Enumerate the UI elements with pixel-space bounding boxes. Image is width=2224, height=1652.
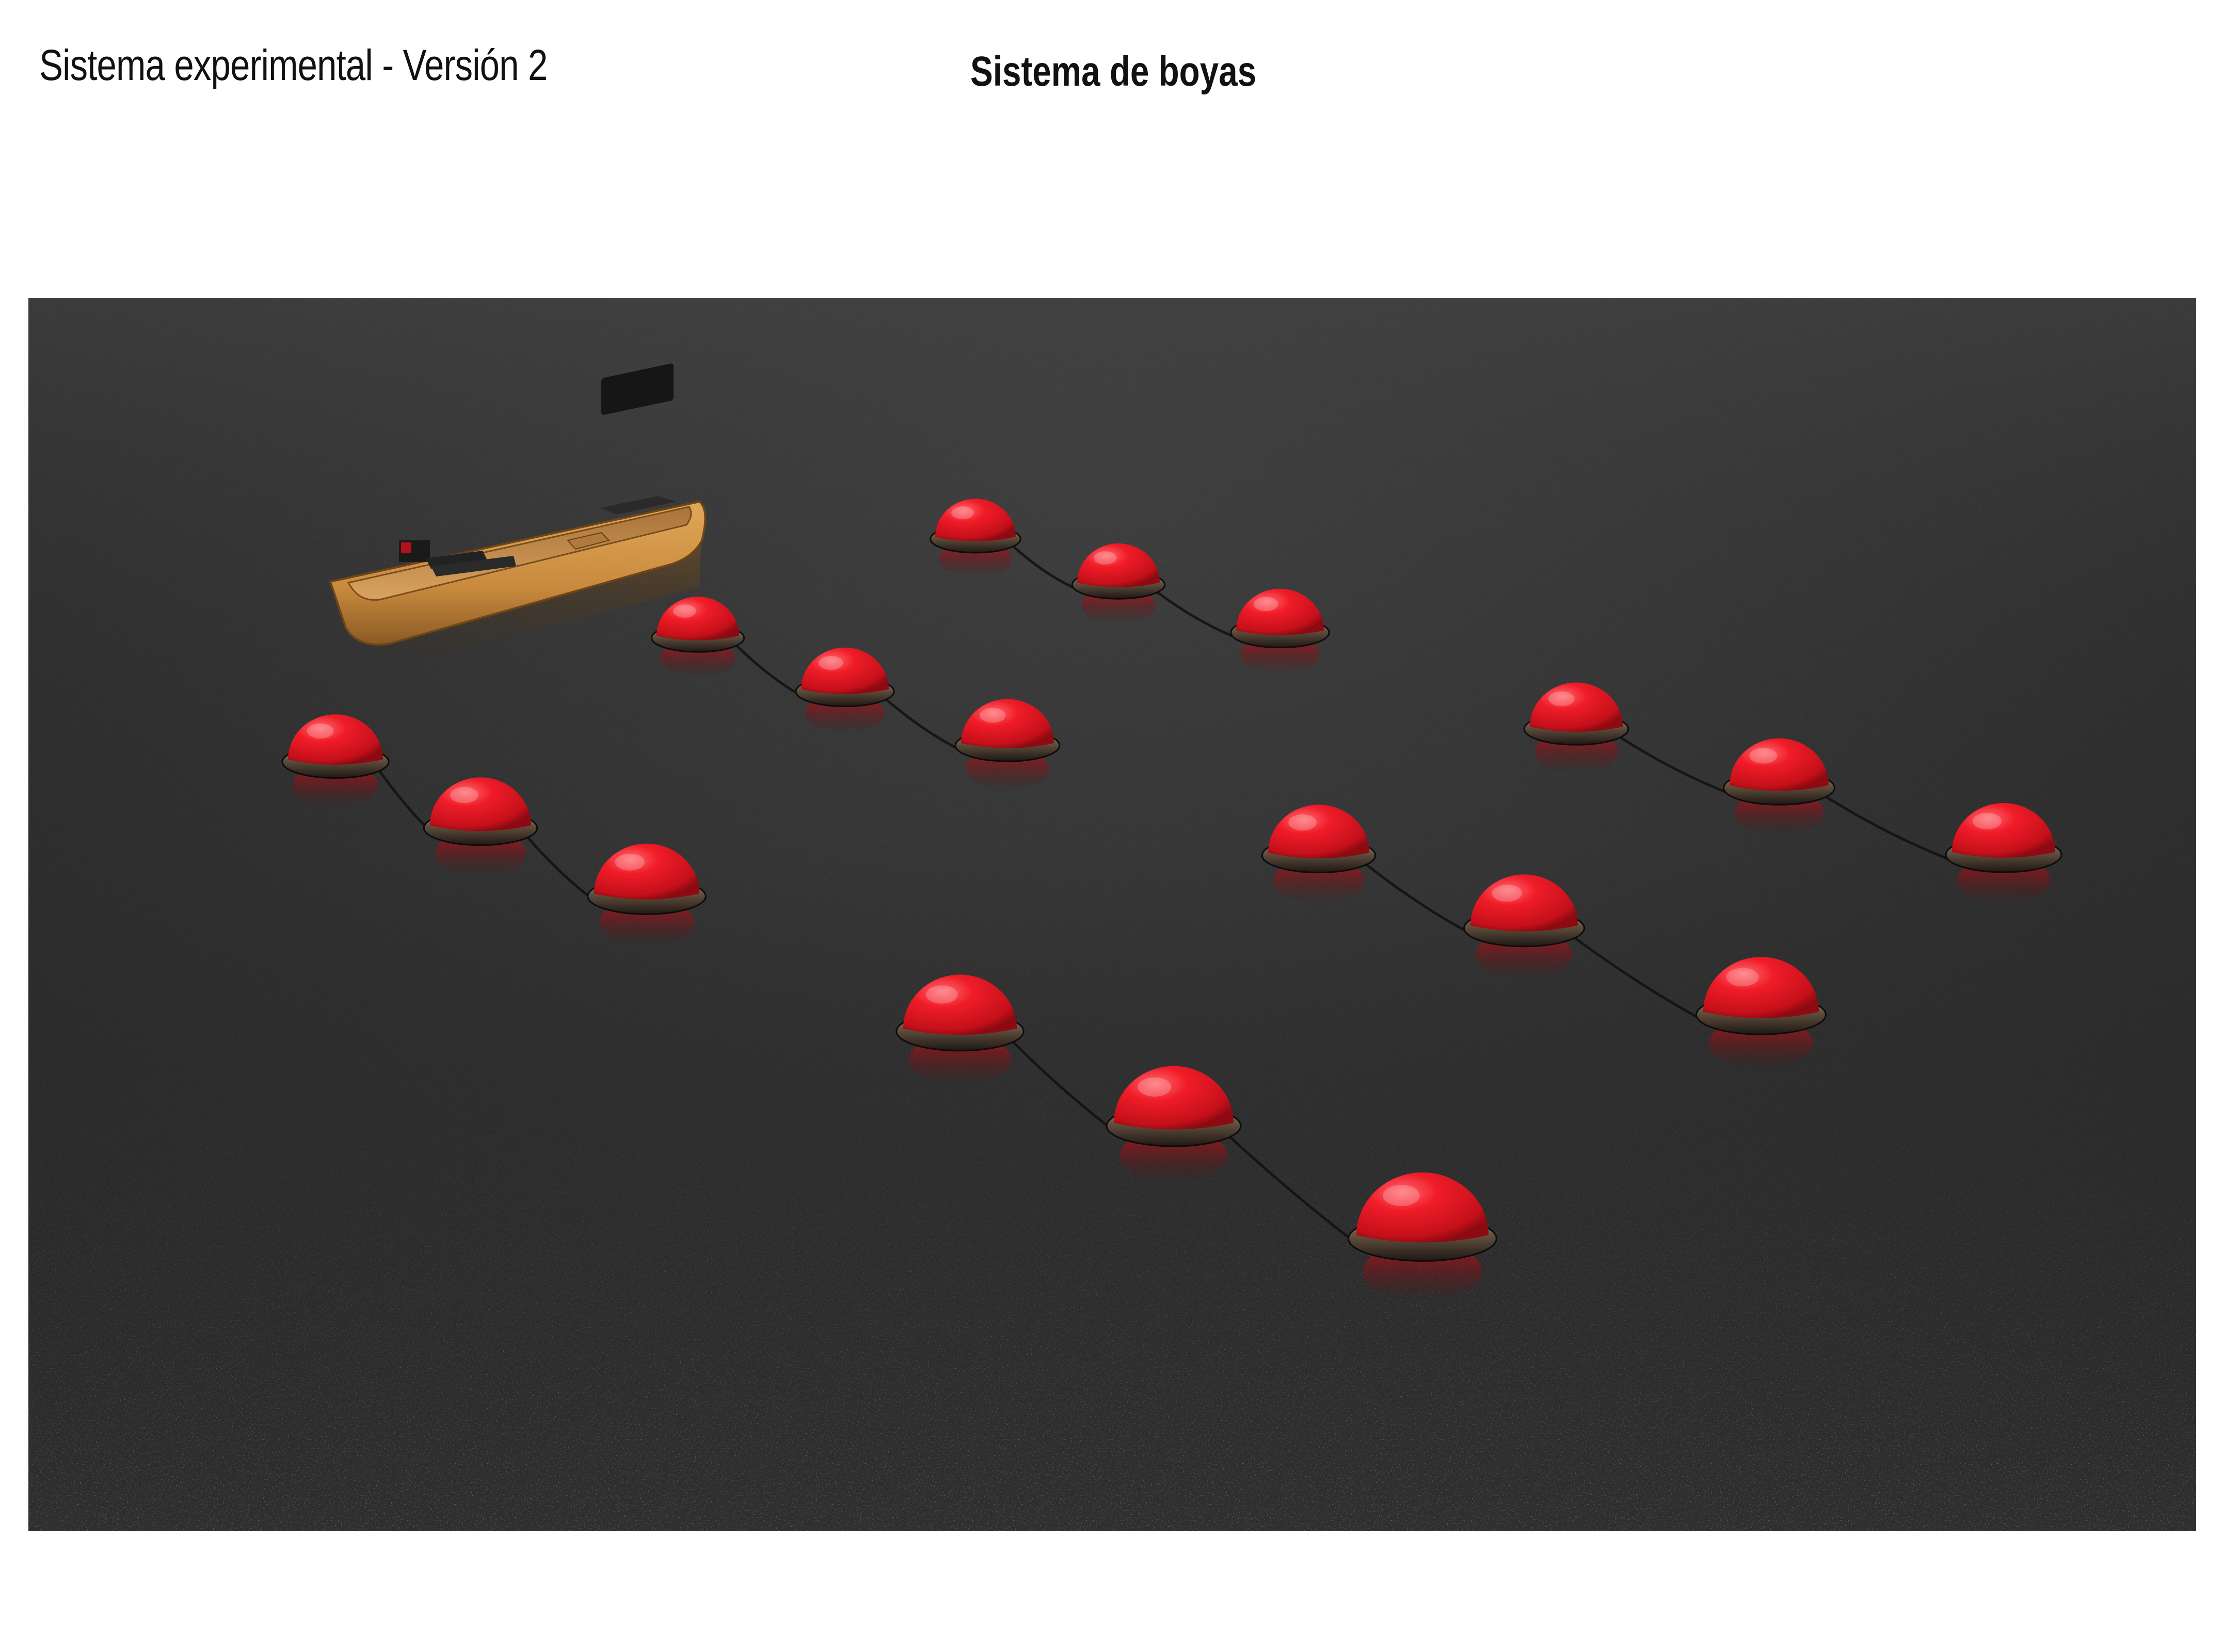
buoy-highlight [951, 506, 974, 520]
page-title: Sistema de boyas [970, 48, 1257, 95]
water-sparkle [28, 298, 2196, 1531]
buoy-system-render [28, 298, 2196, 1531]
buoy-highlight [1254, 597, 1278, 612]
buoy-highlight [615, 854, 645, 871]
buoy-highlight [1383, 1185, 1420, 1207]
buoy-highlight [1726, 968, 1759, 987]
buoy-highlight [926, 985, 958, 1004]
buoy-highlight [1492, 885, 1522, 902]
buoy-highlight [1749, 747, 1778, 764]
buoy-highlight [450, 787, 479, 804]
buoy-highlight [1138, 1077, 1172, 1097]
buoy-highlight [1548, 691, 1575, 707]
buoy-highlight [980, 708, 1006, 723]
buoy-highlight [307, 723, 334, 739]
buoy-highlight [819, 655, 843, 670]
render-canvas [28, 298, 2196, 1531]
buoy-highlight [1094, 551, 1117, 565]
buoy-highlight [1288, 814, 1317, 831]
page-subtitle: Sistema experimental - Versión 2 [39, 41, 548, 89]
buoy-highlight [1973, 813, 2002, 829]
buoy-highlight [673, 604, 696, 618]
